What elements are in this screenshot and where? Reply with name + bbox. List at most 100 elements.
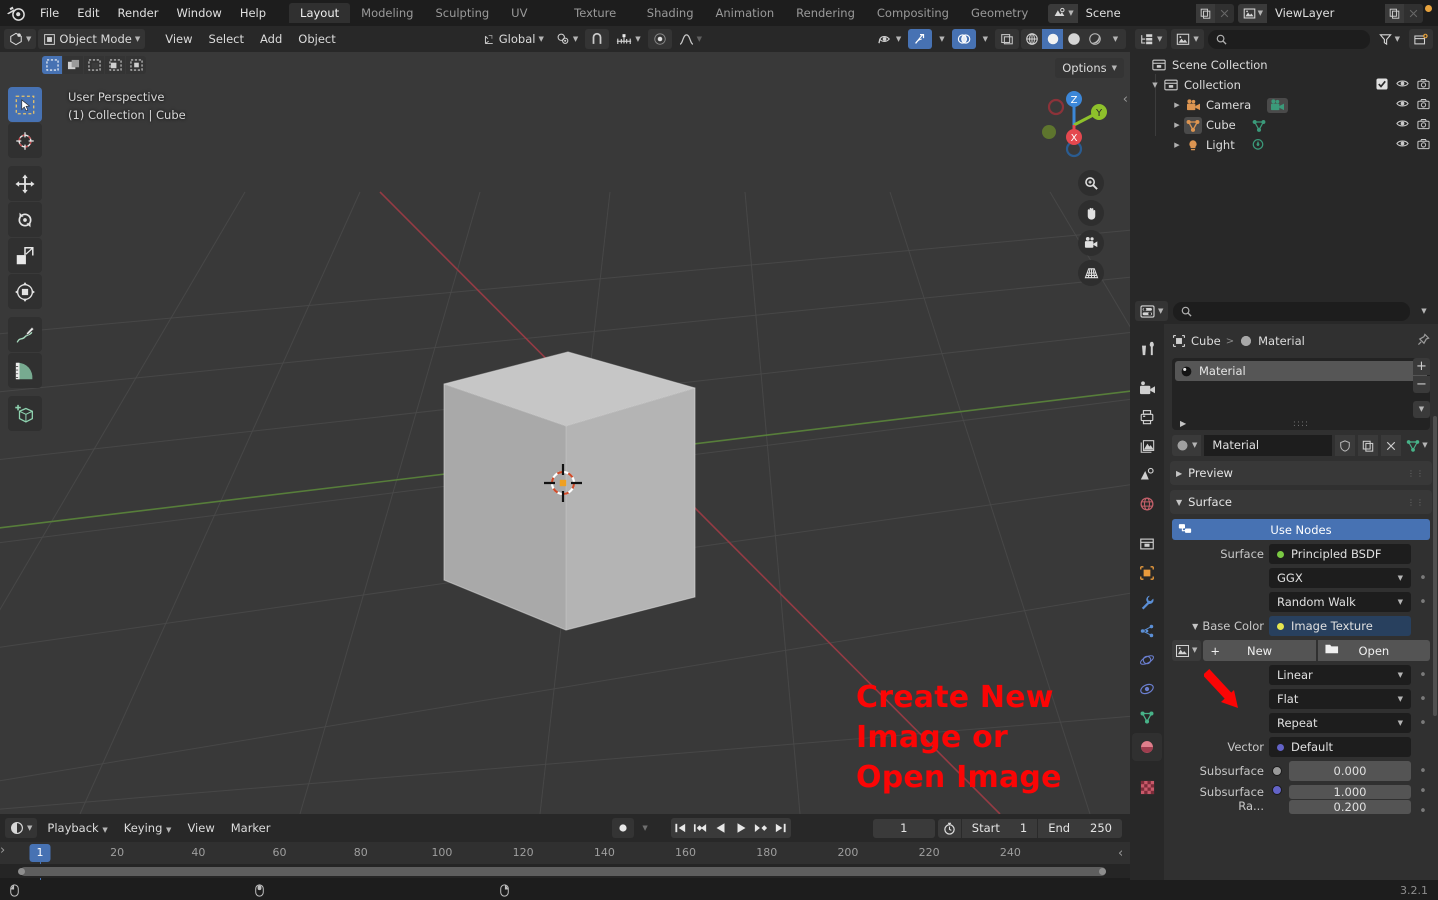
remove-material-slot-button[interactable]: − — [1413, 376, 1430, 393]
workspace-tab-animation[interactable]: Animation — [705, 3, 786, 23]
select-mode-group[interactable] — [42, 56, 146, 74]
camera-data-icon[interactable] — [1267, 97, 1289, 113]
start-frame-field[interactable]: 1 — [1010, 819, 1037, 838]
data-tab[interactable] — [1132, 704, 1162, 732]
falloff-selector[interactable]: ▼ — [674, 29, 707, 49]
outliner-hide-viewport-icon[interactable] — [1396, 98, 1409, 112]
material-slot-list[interactable]: Material ▶ :::: — [1172, 358, 1430, 430]
particles-tab[interactable] — [1132, 617, 1162, 645]
move-tool[interactable] — [8, 166, 42, 201]
timeline-menu-keying[interactable]: Keying ▼ — [116, 818, 180, 838]
material-slot-specials-menu[interactable]: ▼ — [1413, 401, 1430, 418]
mesh-data-icon[interactable] — [1252, 119, 1266, 132]
subsurface-socket-icon[interactable] — [1269, 766, 1284, 776]
open-image-button[interactable]: Open — [1317, 640, 1431, 661]
overlays-dropdown[interactable]: ▼ — [978, 29, 993, 49]
top-menu-window[interactable]: Window — [167, 3, 230, 23]
outliner-expand-triangle-icon[interactable]: ▼ — [1148, 81, 1162, 89]
scene-copy-icon[interactable] — [1195, 3, 1215, 23]
outliner-disable-render-icon[interactable] — [1417, 78, 1430, 93]
outliner-row-light[interactable]: ▶ Light — [1130, 135, 1438, 155]
shield-icon[interactable] — [1335, 435, 1355, 456]
object-mode-selector[interactable]: Object Mode ▼ — [38, 29, 146, 49]
physics-tab[interactable] — [1132, 646, 1162, 674]
viewport-menu-object[interactable]: Object — [290, 29, 343, 49]
navigation-gizmo[interactable]: X Y Z — [1034, 85, 1114, 165]
viewlayer-copy-icon[interactable] — [1385, 3, 1404, 23]
workspace-tab-compositing[interactable]: Compositing — [866, 3, 960, 23]
subsurface-method-dropdown[interactable]: Random Walk ▼ — [1269, 592, 1411, 612]
timeline-menu-view[interactable]: View — [179, 818, 222, 838]
transform-tool[interactable] — [8, 274, 42, 309]
subsurface-radius-socket-icon[interactable] — [1269, 785, 1284, 795]
pin-icon[interactable] — [1417, 333, 1430, 349]
stopwatch-icon[interactable] — [938, 819, 961, 838]
jump-end-icon[interactable] — [771, 818, 791, 838]
viewlayer-icon[interactable]: ▼ — [1237, 3, 1267, 23]
timeline-scrollbar[interactable] — [0, 864, 1130, 878]
transform-orientation-selector[interactable]: Global ▼ — [478, 29, 549, 49]
current-frame-field[interactable]: 1 — [872, 818, 935, 838]
outliner-exclude-checkbox[interactable] — [1376, 77, 1388, 93]
duplicate-icon[interactable] — [1358, 435, 1378, 456]
extension-animate-dot[interactable]: • — [1416, 717, 1430, 730]
prev-keyframe-icon[interactable] — [691, 818, 711, 838]
playback-transport[interactable] — [670, 818, 791, 838]
visibility-selector[interactable]: ▼ — [873, 29, 906, 49]
properties-scrollbar[interactable] — [1433, 416, 1437, 716]
scene-icon[interactable]: ▼ — [1048, 3, 1078, 23]
proportional-edit-toggle[interactable] — [647, 29, 672, 49]
preview-panel-header[interactable]: ▶ Preview ⋮⋮ — [1170, 461, 1432, 485]
material-tab[interactable] — [1132, 733, 1162, 761]
scene-selector[interactable]: ▼ Scene — [1048, 3, 1234, 23]
scale-tool[interactable] — [8, 238, 42, 273]
outliner-disable-render-icon[interactable] — [1417, 138, 1430, 153]
material-link-selector[interactable]: ▼ — [1404, 439, 1430, 452]
auto-keying-toggle[interactable] — [612, 818, 635, 838]
constraints-tab[interactable] — [1132, 675, 1162, 703]
gizmo-toggle[interactable] — [908, 29, 933, 49]
overlays-toggle[interactable] — [951, 29, 976, 49]
snap-target-selector[interactable]: ▼ — [611, 29, 645, 49]
world-tab[interactable] — [1132, 490, 1162, 518]
auto-keying-dropdown[interactable]: ▼ — [637, 818, 652, 838]
annotate-tool[interactable] — [8, 317, 42, 352]
unlink-material-icon[interactable] — [1381, 435, 1401, 456]
material-preview-icon[interactable] — [1063, 29, 1084, 49]
jump-start-icon[interactable] — [671, 818, 691, 838]
new-collection-icon[interactable] — [1409, 29, 1433, 49]
outliner-filter-type-icon[interactable]: ▼ — [1171, 29, 1204, 49]
pivot-point-selector[interactable]: ▼ — [551, 29, 583, 49]
viewlayer-unlink-icon[interactable] — [1404, 3, 1423, 23]
top-menu-render[interactable]: Render — [109, 3, 168, 23]
cursor-tool[interactable] — [8, 123, 42, 158]
select-invert-icon[interactable] — [105, 56, 125, 74]
base-color-node-field[interactable]: Image Texture — [1269, 616, 1411, 636]
timeline-menu-playback[interactable]: Playback ▼ — [39, 818, 115, 838]
perspective-grid-icon[interactable] — [1078, 260, 1104, 286]
properties-editor-icon[interactable]: ▼ — [1135, 301, 1169, 321]
top-menu-help[interactable]: Help — [231, 3, 275, 23]
breadcrumb-object[interactable]: Cube — [1191, 334, 1221, 348]
object-tab[interactable] — [1132, 559, 1162, 587]
frame-range-controls[interactable]: Start 1 End 250 — [937, 818, 1122, 838]
material-name-field[interactable]: Material — [1204, 435, 1332, 456]
viewport-menu-select[interactable]: Select — [201, 29, 252, 49]
outliner-hide-viewport-icon[interactable] — [1396, 118, 1409, 132]
image-browse-icon[interactable]: ▼ — [1172, 640, 1202, 661]
tool-tab[interactable] — [1132, 334, 1162, 362]
gizmo-dropdown[interactable]: ▼ — [934, 29, 949, 49]
distribution-dropdown[interactable]: GGX ▼ — [1269, 568, 1411, 588]
outliner-display-mode-icon[interactable]: ▼ — [1135, 29, 1168, 49]
zoom-icon[interactable] — [1078, 170, 1104, 196]
timeline-editor-icon[interactable]: ▼ — [5, 818, 38, 838]
outliner-hide-viewport-icon[interactable] — [1396, 78, 1409, 92]
output-tab[interactable] — [1132, 403, 1162, 431]
viewport-menu-view[interactable]: View — [157, 29, 200, 49]
collection-tab[interactable] — [1132, 530, 1162, 558]
distribution-animate-dot[interactable]: • — [1416, 572, 1430, 585]
top-menu-file[interactable]: File — [31, 3, 68, 23]
new-image-button[interactable]: + New — [1203, 640, 1316, 661]
viewlayer-tab[interactable] — [1132, 432, 1162, 460]
subsurface-animate-dot[interactable]: • — [1416, 765, 1430, 778]
